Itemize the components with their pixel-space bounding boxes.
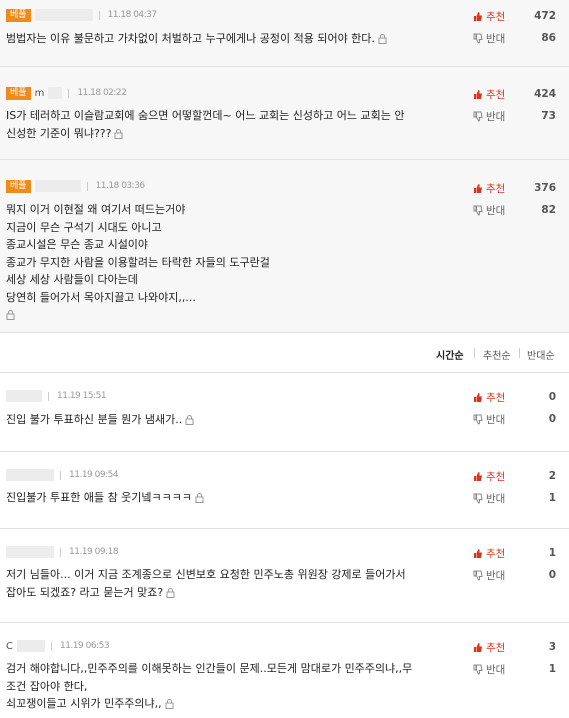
recommend-count: 3 [548, 641, 556, 653]
report-icon[interactable] [165, 699, 174, 709]
report-icon[interactable] [195, 493, 204, 503]
thumbs-down-icon [473, 414, 483, 425]
oppose-count: 86 [541, 32, 556, 44]
sort-by-oppose[interactable]: 반대순 [527, 347, 555, 362]
avatar[interactable] [16, 640, 45, 652]
best-comment: 베플 m 11.18 02:22 IS가 테러하고 이슬람교회에 숨으면 어떻할… [0, 67, 569, 160]
avatar[interactable] [6, 390, 42, 402]
oppose-count: 0 [548, 413, 556, 425]
thumbs-down-icon [473, 111, 483, 122]
oppose-button[interactable]: 반대 [473, 203, 505, 218]
comment-time: 11.19 09:54 [69, 470, 119, 480]
recommend-button[interactable]: 추천 [473, 640, 505, 655]
best-comment: 베플 11.18 04:37 범법자는 이유 불문하고 가차없이 처벌하고 누구… [0, 0, 569, 67]
best-badge: 베플 [6, 8, 31, 22]
thumbs-down-icon [473, 205, 483, 216]
recommend-count: 376 [534, 182, 556, 194]
comment-text: 뭐지 이거 이현절 왜 여기서 떠드는거야 지금이 무슨 구석기 시대도 아니고… [6, 201, 270, 324]
best-badge: 베플 [6, 86, 31, 100]
avatar[interactable] [34, 180, 81, 192]
comment-time: 11.18 04:37 [107, 10, 158, 20]
avatar[interactable] [34, 9, 93, 21]
comment-time: 11.18 02:22 [77, 88, 127, 98]
thumbs-down-icon [473, 33, 483, 44]
oppose-button[interactable]: 반대 [473, 491, 505, 506]
recommend-button[interactable]: 추천 [473, 469, 505, 484]
sort-bar: 시간순 추천순 반대순 [0, 333, 569, 373]
comment-text: 검거 해야합니다,,민주주의를 이해못하는 인간들이 문제..모든게 맘대로가 … [6, 662, 413, 710]
nickname[interactable]: C [6, 641, 13, 652]
thumbs-up-icon [474, 90, 482, 99]
sort-by-recommend[interactable]: 추천순 [483, 347, 511, 362]
recommend-count: 424 [534, 88, 556, 100]
thumbs-up-icon [474, 12, 482, 21]
comment-text: 진입 불가 투표하신 분들 뭔가 냄새가.. [6, 411, 194, 429]
thumbs-up-icon [474, 393, 482, 402]
thumbs-up-icon [474, 184, 482, 193]
comment-item: 11.19 15:51 진입 불가 투표하신 분들 뭔가 냄새가.. 추천 0 … [0, 373, 569, 452]
thumbs-down-icon [473, 664, 483, 675]
thumbs-down-icon [473, 493, 483, 504]
best-badge: 베플 [6, 179, 31, 193]
report-icon[interactable] [6, 310, 15, 320]
comment-time: 11.18 03:36 [95, 181, 146, 191]
comment-time: 11.19 09:18 [69, 547, 119, 557]
report-icon[interactable] [378, 34, 387, 44]
comment-text: 범법자는 이유 불문하고 가차없이 처벌하고 누구에게나 공정이 적용 되어야 … [6, 30, 387, 48]
comment-item: 11.19 09:54 진입불가 투표한 애들 참 웃기넼ㅋㅋㅋㅋ 추천 2 반… [0, 452, 569, 529]
sort-by-time[interactable]: 시간순 [436, 347, 464, 362]
recommend-count: 1 [548, 547, 556, 559]
oppose-count: 1 [548, 492, 556, 504]
comment-text: 진입불가 투표한 애들 참 웃기넼ㅋㅋㅋㅋ [6, 489, 204, 507]
oppose-button[interactable]: 반대 [473, 662, 505, 677]
recommend-count: 0 [548, 391, 556, 403]
recommend-button[interactable]: 추천 [473, 390, 505, 405]
comment-time: 11.19 15:51 [57, 391, 107, 401]
oppose-button[interactable]: 반대 [473, 109, 505, 124]
thumbs-up-icon [474, 549, 482, 558]
report-icon[interactable] [166, 587, 175, 598]
recommend-count: 2 [548, 470, 556, 482]
recommend-button[interactable]: 추천 [473, 87, 505, 102]
oppose-count: 73 [541, 110, 556, 122]
thumbs-up-icon [474, 472, 482, 481]
report-icon[interactable] [185, 415, 194, 425]
comment-time: 11.19 06:53 [59, 641, 110, 651]
recommend-button[interactable]: 추천 [473, 546, 505, 561]
thumbs-up-icon [474, 643, 482, 652]
avatar[interactable] [6, 469, 54, 481]
thumbs-down-icon [473, 570, 483, 581]
oppose-count: 1 [548, 663, 556, 675]
recommend-count: 472 [534, 10, 556, 22]
recommend-button[interactable]: 추천 [473, 181, 505, 196]
recommend-button[interactable]: 추천 [473, 9, 505, 24]
comment-text: IS가 테러하고 이슬람교회에 숨으면 어떻할껀데~ 어느 교회는 신성하고 어… [6, 109, 405, 140]
oppose-count: 0 [548, 569, 556, 581]
avatar[interactable] [48, 87, 63, 99]
nickname[interactable]: m [35, 88, 45, 99]
oppose-count: 82 [541, 204, 556, 216]
comment-item: 11.19 09:18 저기 님들아... 이거 지금 조계종으로 신변보호 요… [0, 529, 569, 623]
best-comment: 베플 11.18 03:36 뭐지 이거 이현절 왜 여기서 떠드는거야 지금이… [0, 160, 569, 333]
comment-text: 저기 님들아... 이거 지금 조계종으로 신변보호 요청한 민주노총 위원장 … [6, 568, 406, 599]
comment-item: C 11.19 06:53 검거 해야합니다,,민주주의를 이해못하는 인간들이… [0, 623, 569, 718]
report-icon[interactable] [114, 128, 123, 139]
oppose-button[interactable]: 반대 [473, 31, 505, 46]
oppose-button[interactable]: 반대 [473, 412, 505, 427]
oppose-button[interactable]: 반대 [473, 568, 505, 583]
avatar[interactable] [6, 546, 54, 558]
